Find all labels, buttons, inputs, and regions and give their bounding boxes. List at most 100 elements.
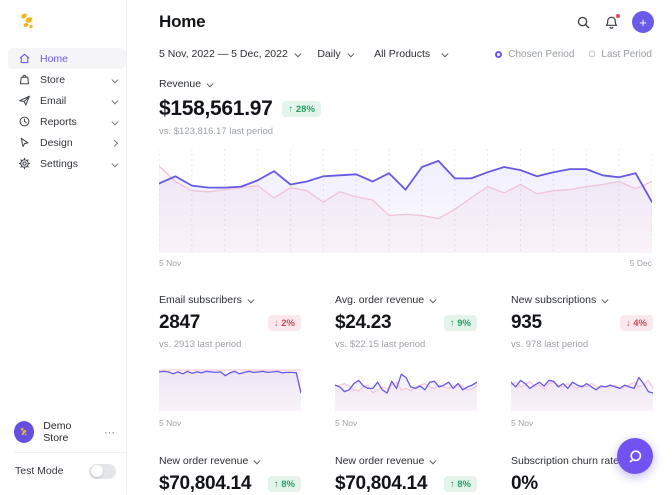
chevron-down-icon <box>430 457 436 463</box>
search-icon[interactable] <box>576 15 591 30</box>
kpi-card-email-subscribers: Email subscribers 2847 ↓ 2% vs. 2913 las… <box>159 294 301 428</box>
revenue-card: Revenue $158,561.97 ↑ 28% vs. $123,816.1… <box>128 60 672 137</box>
kpi-card-new-order-revenue-2: New order revenue $70,804.14 ↑ 8% <box>335 455 477 495</box>
legend-chosen-period[interactable]: Chosen Period <box>495 49 574 60</box>
chevron-down-icon <box>112 116 117 128</box>
kpi-value: 2847 <box>159 312 200 334</box>
revenue-comparison: vs. $123,816.17 last period <box>159 126 652 137</box>
kpi-row: Email subscribers 2847 ↓ 2% vs. 2913 las… <box>128 268 672 428</box>
kpi-metric-dropdown[interactable]: New subscriptions <box>511 294 653 306</box>
send-plane-icon <box>18 94 31 107</box>
sidebar-item-home[interactable]: Home <box>8 48 126 69</box>
kpi-change-badge: ↑ 8% <box>444 476 477 492</box>
app-logo-icon[interactable] <box>15 9 41 35</box>
main-content: Home + 5 Nov, 2022 — 5 Dec, 2022 Daily A… <box>128 0 672 494</box>
axis-start-label: 5 Nov <box>159 258 181 268</box>
kpi-card-new-order-revenue-1: New order revenue $70,804.14 ↑ 8% <box>159 455 301 495</box>
kpi-metric-dropdown[interactable]: New order revenue <box>159 455 301 467</box>
chevron-down-icon <box>430 296 436 302</box>
store-switcher[interactable]: Demo Store ⋯ <box>14 420 120 444</box>
revenue-value: $158,561.97 <box>159 97 272 121</box>
kpi-metric-dropdown[interactable]: Email subscribers <box>159 294 301 306</box>
sidebar-item-label: Email <box>40 95 66 107</box>
bottom-kpi-row: New order revenue $70,804.14 ↑ 8% New or… <box>128 428 672 495</box>
kpi-change-badge: ↑ 9% <box>444 315 477 331</box>
kpi-change-badge: ↓ 4% <box>620 315 653 331</box>
chosen-period-ring-icon <box>495 51 502 58</box>
store-name: Demo Store <box>43 420 95 444</box>
sidebar-item-label: Store <box>40 74 65 86</box>
kpi-card-avg-order-revenue: Avg. order revenue $24.23 ↑ 9% vs. $22.1… <box>335 294 477 428</box>
page-title: Home <box>159 12 205 32</box>
clock-icon <box>18 115 31 128</box>
products-dropdown[interactable]: All Products <box>374 48 447 60</box>
axis-start-label: 5 Nov <box>335 418 477 428</box>
sidebar-item-label: Settings <box>40 158 78 170</box>
chevron-down-icon <box>442 50 448 56</box>
kpi-comparison: vs. 978 last period <box>511 339 653 350</box>
test-mode-label: Test Mode <box>15 465 63 477</box>
gear-icon <box>18 157 31 170</box>
axis-start-label: 5 Nov <box>511 418 653 428</box>
sidebar: Home Store Email Reports <box>0 0 127 494</box>
sidebar-item-label: Reports <box>40 116 77 128</box>
revenue-trend-chart[interactable] <box>159 147 652 253</box>
notifications-bell-icon[interactable] <box>604 15 619 30</box>
revenue-change-badge: ↑ 28% <box>282 101 320 117</box>
sidebar-item-store[interactable]: Store <box>0 69 126 90</box>
cursor-icon <box>18 136 31 149</box>
kpi-card-new-subscriptions: New subscriptions 935 ↓ 4% vs. 978 last … <box>511 294 653 428</box>
chevron-down-icon <box>602 296 608 302</box>
sidebar-item-label: Design <box>40 137 73 149</box>
new-subscriptions-chart[interactable] <box>511 361 653 411</box>
kpi-value: 0% <box>511 473 538 495</box>
last-period-square-icon <box>589 51 595 57</box>
sidebar-item-settings[interactable]: Settings <box>0 153 126 174</box>
chevron-down-icon <box>295 50 301 56</box>
kpi-change-badge: ↑ 8% <box>268 476 301 492</box>
create-new-button[interactable]: + <box>632 11 654 33</box>
kpi-comparison: vs. 2913 last period <box>159 339 301 350</box>
chevron-down-icon <box>112 158 117 170</box>
sidebar-item-design[interactable]: Design <box>0 132 126 153</box>
kpi-value: 935 <box>511 312 542 334</box>
interval-dropdown[interactable]: Daily <box>317 48 352 60</box>
chevron-down-icon <box>248 296 254 302</box>
kpi-metric-dropdown[interactable]: Avg. order revenue <box>335 294 477 306</box>
chevron-down-icon <box>347 50 353 56</box>
revenue-chart-axis: 5 Nov 5 Dec <box>159 258 652 268</box>
notification-dot <box>616 14 621 19</box>
axis-end-label: 5 Dec <box>630 258 652 268</box>
store-avatar <box>14 421 34 443</box>
kpi-value: $70,804.14 <box>159 473 251 495</box>
axis-start-label: 5 Nov <box>159 418 301 428</box>
date-range-dropdown[interactable]: 5 Nov, 2022 — 5 Dec, 2022 <box>159 48 299 60</box>
chevron-down-icon <box>112 74 117 86</box>
filter-bar: 5 Nov, 2022 — 5 Dec, 2022 Daily All Prod… <box>128 33 672 60</box>
sidebar-item-reports[interactable]: Reports <box>0 111 126 132</box>
email-subscribers-chart[interactable] <box>159 361 301 411</box>
chevron-down-icon <box>112 95 117 107</box>
sidebar-nav: Home Store Email Reports <box>0 48 126 174</box>
store-bag-icon <box>18 73 31 86</box>
chevron-down-icon <box>254 457 260 463</box>
home-icon <box>18 52 31 65</box>
store-options-icon[interactable]: ⋯ <box>104 426 120 439</box>
chart-legend: Chosen Period Last Period <box>495 49 652 60</box>
sidebar-divider <box>14 452 126 453</box>
chevron-down-icon <box>207 80 213 86</box>
kpi-change-badge: ↓ 2% <box>268 315 301 331</box>
sidebar-item-email[interactable]: Email <box>0 90 126 111</box>
kpi-value: $24.23 <box>335 312 391 334</box>
toggle-knob <box>91 465 103 477</box>
avg-order-revenue-chart[interactable] <box>335 361 477 411</box>
kpi-comparison: vs. $22.15 last period <box>335 339 477 350</box>
chat-widget-button[interactable] <box>617 438 653 474</box>
chevron-right-icon <box>112 137 117 149</box>
kpi-metric-dropdown[interactable]: New order revenue <box>335 455 477 467</box>
sidebar-item-label: Home <box>40 53 68 65</box>
test-mode-toggle[interactable] <box>89 464 116 479</box>
legend-last-period[interactable]: Last Period <box>589 49 652 60</box>
revenue-metric-dropdown[interactable]: Revenue <box>159 78 652 90</box>
page-header: Home + <box>128 0 672 33</box>
